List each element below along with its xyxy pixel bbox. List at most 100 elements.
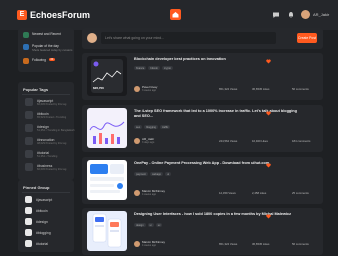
tag-item[interactable]: #bitcoin 65,523 Posted • Trending [25,111,66,119]
tag-item[interactable]: #javascript 82,645 Posted by this tag [25,98,66,106]
post-title[interactable]: OnePay - Online Payment Processing Web A… [134,161,299,166]
post-tags: seo blogging traffic [134,125,171,129]
views-count: 651,324 Views [219,242,238,246]
tag-icon [25,98,33,106]
heart-icon[interactable] [266,163,271,168]
popular-icon [23,44,29,50]
post-tag[interactable]: finance [134,66,147,70]
tag-sub: 82,645 Posted by this tag [37,102,67,106]
views-count: 651,324 Views [219,87,238,91]
post-tag[interactable]: design [134,223,146,227]
post-author[interactable]: Marvin McKinney 4 weeks ago [134,189,165,197]
post-author[interactable]: Pavel Gvay 3 weeks ago [134,85,157,93]
tag-sub: 65,523 Posted • Trending [37,115,67,119]
group-item[interactable]: #tutorial [25,240,48,247]
thumb-caption: $26,700 [93,86,104,90]
author-avatar [134,86,140,93]
post-card[interactable]: Designing User Interfaces - how I sold 1… [82,208,323,255]
author-avatar [134,190,140,197]
group-item[interactable]: #bitcoin [25,207,48,214]
post-author[interactable]: Marvin McKinney 4 weeks ago [134,240,165,248]
tag-item[interactable]: #innovation 48,029 Posted by this tag [25,137,66,145]
heart-icon[interactable] [266,214,271,219]
nav-item-popular[interactable]: Popular of the day Shots featured today … [23,44,72,52]
tag-icon [25,124,33,132]
post-title[interactable]: Blockchain developer best practices on i… [134,57,299,62]
comments-count: 184 comments [292,139,311,143]
post-tag[interactable]: seo [134,125,143,129]
group-item[interactable]: #blogging [25,229,51,236]
post-tag[interactable]: ux [155,223,163,227]
post-card[interactable]: $26,700 Blockchain developer best practi… [82,53,323,100]
post-card[interactable]: The 4-step SEO framework that led to a 1… [82,105,323,152]
nav-label: Following [32,58,46,62]
nav-item-newest[interactable]: Newest and Recent [23,32,61,38]
group-name: #javascript [36,197,53,202]
divider [22,192,70,193]
bell-icon[interactable] [287,11,295,19]
likes-count: 36,6545 Likes [252,87,270,91]
pinned-group-title: Pinned Group [23,185,50,190]
tag-sub: 51,354 • Trending in Bangladesh [37,128,75,132]
post-time: 4 weeks ago [142,244,157,248]
post-tags: design ui ux [134,223,163,227]
comments-count: 25 comments [292,191,309,195]
likes-count: 10,920 Likes [252,139,268,143]
create-post-bar: Let's share what going on your mind... C… [82,28,323,49]
post-input[interactable]: Let's share what going on your mind... [101,32,276,44]
group-icon [25,196,32,203]
group-name: #blogging [36,230,51,235]
post-tag[interactable]: webapp [149,172,164,176]
post-tag[interactable]: blogging [144,125,158,129]
tag-item[interactable]: #business 82,645 Posted by this tag [25,163,66,171]
heart-icon[interactable] [266,111,271,116]
group-item[interactable]: #design [25,218,48,225]
tag-item[interactable]: #tutorial 51,354 • Trending [25,150,57,158]
nav-label: Newest and Recent [32,32,61,36]
user-avatar[interactable] [301,10,310,19]
group-name: #tutorial [36,241,49,246]
post-tag[interactable]: crypto [161,66,173,70]
tag-sub: 48,029 Posted by this tag [37,141,67,145]
post-tag[interactable]: ui [147,223,154,227]
following-badge: 24 [48,58,55,62]
post-tag[interactable]: ui [165,172,172,176]
author-avatar [134,241,140,248]
popular-tags-title: Popular Tags [23,87,49,92]
home-icon[interactable] [170,9,181,20]
heart-icon[interactable] [266,59,271,64]
brand-name[interactable]: EchoesForum [30,10,90,20]
group-icon [25,207,32,214]
post-author[interactable]: AR_Jakir 3 days ago [134,137,154,145]
group-item[interactable]: #javascript [25,196,52,203]
tag-item[interactable]: #design 51,354 • Trending in Bangladesh [25,124,75,132]
top-bar: E EchoesForum AR_Jakir [0,0,338,30]
tag-icon [25,111,33,119]
views-count: 244,564 Views [219,139,238,143]
post-title[interactable]: Designing User Interfaces - how I sold 1… [134,212,299,217]
tag-icon [25,137,33,145]
post-tag[interactable]: bitcoin [148,66,160,70]
post-title[interactable]: The 4-step SEO framework that led to a 1… [134,109,299,119]
chat-icon[interactable] [272,11,280,19]
author-avatar [134,138,140,145]
post-thumbnail: $26,700 [87,56,127,96]
tag-icon [25,163,33,171]
post-tag[interactable]: traffic [160,125,171,129]
nav-item-following[interactable]: Following 24 [23,58,55,64]
group-name: #bitcoin [36,208,48,213]
post-time: 3 weeks ago [142,89,157,93]
user-name[interactable]: AR_Jakir [313,12,329,17]
post-thumbnail [87,211,127,251]
sidebar-nav: Newest and Recent Popular of the day Sho… [18,28,74,72]
post-tag[interactable]: payment [134,172,148,176]
likes-count: 2,458 Likes [252,191,267,195]
group-icon [25,240,32,247]
divider [22,94,70,95]
logo-icon[interactable]: E [17,10,27,20]
group-icon [25,229,32,236]
post-tags: payment webapp ui [134,172,172,176]
post-card[interactable]: OnePay - Online Payment Processing Web A… [82,157,323,204]
comments-count: 56 comments [292,87,309,91]
create-post-button[interactable]: Create Post [297,33,317,43]
